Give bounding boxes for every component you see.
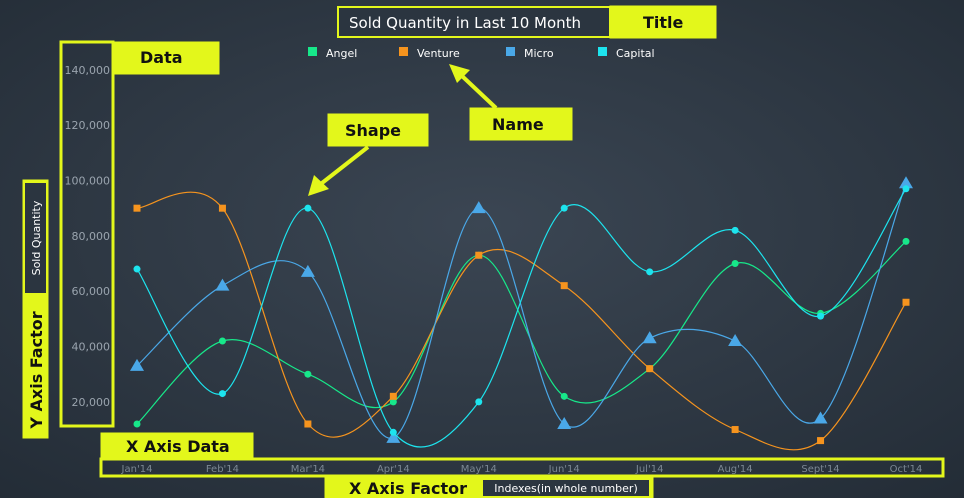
data-point-venture (133, 204, 141, 212)
title-annotation: Title (643, 13, 684, 32)
chart-title-group: Sold Quantity in Last 10 Month Title (337, 5, 717, 39)
legend-swatch-micro (506, 47, 515, 56)
y-tick-label: 140,000 (65, 64, 111, 77)
x-axis-data-annotation: X Axis Data (126, 437, 230, 456)
y-tick-label: 20,000 (72, 396, 111, 409)
name-annotation: Name (492, 115, 544, 134)
x-tick-label: Sept'14 (801, 464, 839, 475)
chart-canvas: Sold Quantity in Last 10 Month Title Ang… (0, 0, 964, 498)
data-point-venture (731, 426, 739, 434)
y-tick-label: 40,000 (72, 341, 111, 354)
data-point-venture (817, 437, 825, 445)
data-point-angel (902, 237, 910, 245)
legend-label-micro: Micro (524, 47, 554, 60)
x-tick-label: May'14 (461, 464, 497, 475)
data-point-capital (389, 428, 397, 436)
y-axis-factor-annotation: Y Axis Factor (27, 311, 46, 429)
data-point-capital (646, 268, 654, 276)
x-axis-label: Indexes(in whole number) (494, 482, 638, 495)
legend-label-angel: Angel (326, 47, 357, 60)
data-point-venture (902, 298, 910, 306)
data-point-capital (731, 226, 739, 234)
data-point-venture (304, 420, 312, 428)
y-tick-label: 100,000 (65, 175, 111, 188)
data-point-capital (817, 312, 825, 320)
y-tick-label: 80,000 (72, 230, 111, 243)
legend-swatch-venture (399, 47, 408, 56)
legend-swatch-angel (308, 47, 317, 56)
shape-annotation: Shape (345, 121, 401, 140)
data-point-angel (304, 370, 312, 378)
x-tick-label: Mar'14 (291, 464, 325, 475)
data-point-capital (133, 265, 141, 273)
y-axis-factor-group: Sold Quantity Y Axis Factor (22, 179, 49, 439)
x-tick-label: Aug'14 (718, 464, 753, 475)
x-tick-label: Jul'14 (635, 464, 664, 475)
data-point-venture (218, 204, 226, 212)
x-tick-label: Jun'14 (548, 464, 580, 475)
legend-swatch-capital (598, 47, 607, 56)
y-axis-label: Sold Quantity (30, 200, 43, 275)
legend-label-venture: Venture (417, 47, 460, 60)
y-tick-label: 120,000 (65, 119, 111, 132)
data-point-capital (560, 204, 568, 212)
data-point-venture (646, 365, 654, 373)
data-point-capital (475, 398, 483, 406)
x-axis-factor-annotation: X Axis Factor (349, 479, 467, 498)
data-point-venture (475, 251, 483, 259)
data-point-angel (731, 260, 739, 268)
data-point-capital (304, 204, 312, 212)
data-annotation: Data (140, 48, 183, 67)
data-point-venture (560, 282, 568, 290)
chart-title: Sold Quantity in Last 10 Month (349, 14, 581, 32)
data-point-capital (902, 185, 910, 193)
x-tick-label: Apr'14 (377, 464, 410, 475)
data-point-angel (133, 420, 141, 428)
data-point-capital (218, 390, 226, 398)
x-tick-label: Feb'14 (206, 464, 239, 475)
x-tick-label: Oct'14 (890, 464, 923, 475)
y-tick-label: 60,000 (72, 285, 111, 298)
legend-label-capital: Capital (616, 47, 655, 60)
x-tick-label: Jan'14 (121, 464, 153, 475)
data-point-angel (218, 337, 226, 345)
data-point-angel (560, 392, 568, 400)
x-axis-factor-group: X Axis Factor Indexes(in whole number) (324, 476, 654, 498)
data-point-venture (389, 392, 397, 400)
